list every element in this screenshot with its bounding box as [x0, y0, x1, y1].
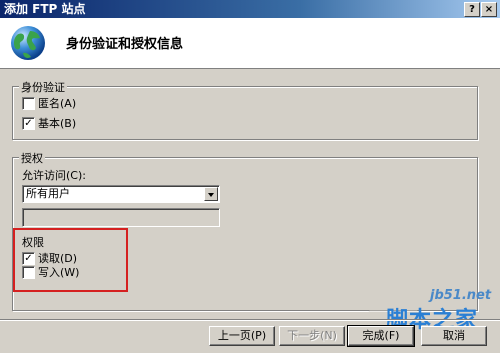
basic-checkbox[interactable]: ✓: [22, 117, 35, 130]
permissions-label: 权限: [22, 236, 44, 249]
allow-access-select[interactable]: 所有用户: [22, 185, 220, 203]
cancel-button[interactable]: 取消: [421, 326, 487, 346]
allow-access-value: 所有用户: [26, 187, 70, 200]
authorization-legend: 授权: [19, 150, 45, 166]
previous-button[interactable]: 上一页(P): [209, 326, 275, 346]
wizard-header: 身份验证和授权信息: [0, 18, 500, 69]
dialog-window: 添加 FTP 站点 ? × 身份验证和授权信息 身份验证 匿名(A) ✓ 基本(…: [0, 0, 500, 353]
watermark-url: jb51.net: [430, 288, 492, 303]
globe-icon: [11, 26, 45, 60]
anonymous-label[interactable]: 匿名(A): [38, 97, 76, 110]
write-label[interactable]: 写入(W): [38, 266, 79, 279]
allow-access-label: 允许访问(C):: [22, 169, 86, 182]
write-checkbox[interactable]: [22, 266, 35, 279]
user-role-input: [22, 208, 220, 227]
basic-label[interactable]: 基本(B): [38, 117, 76, 130]
help-button[interactable]: ?: [464, 2, 480, 17]
title-bar: 添加 FTP 站点 ? ×: [0, 0, 500, 18]
read-label[interactable]: 读取(D): [38, 252, 77, 265]
chevron-down-icon[interactable]: [204, 187, 218, 201]
authentication-legend: 身份验证: [19, 79, 67, 95]
close-button[interactable]: ×: [481, 2, 497, 17]
authentication-group: 身份验证: [12, 79, 478, 140]
page-title: 身份验证和授权信息: [66, 37, 184, 52]
anonymous-checkbox[interactable]: [22, 97, 35, 110]
window-title: 添加 FTP 站点: [4, 2, 86, 16]
footer-separator: [0, 319, 500, 321]
finish-button[interactable]: 完成(F): [347, 325, 415, 347]
next-button: 下一步(N): [279, 326, 345, 346]
read-checkbox[interactable]: ✓: [22, 252, 35, 265]
